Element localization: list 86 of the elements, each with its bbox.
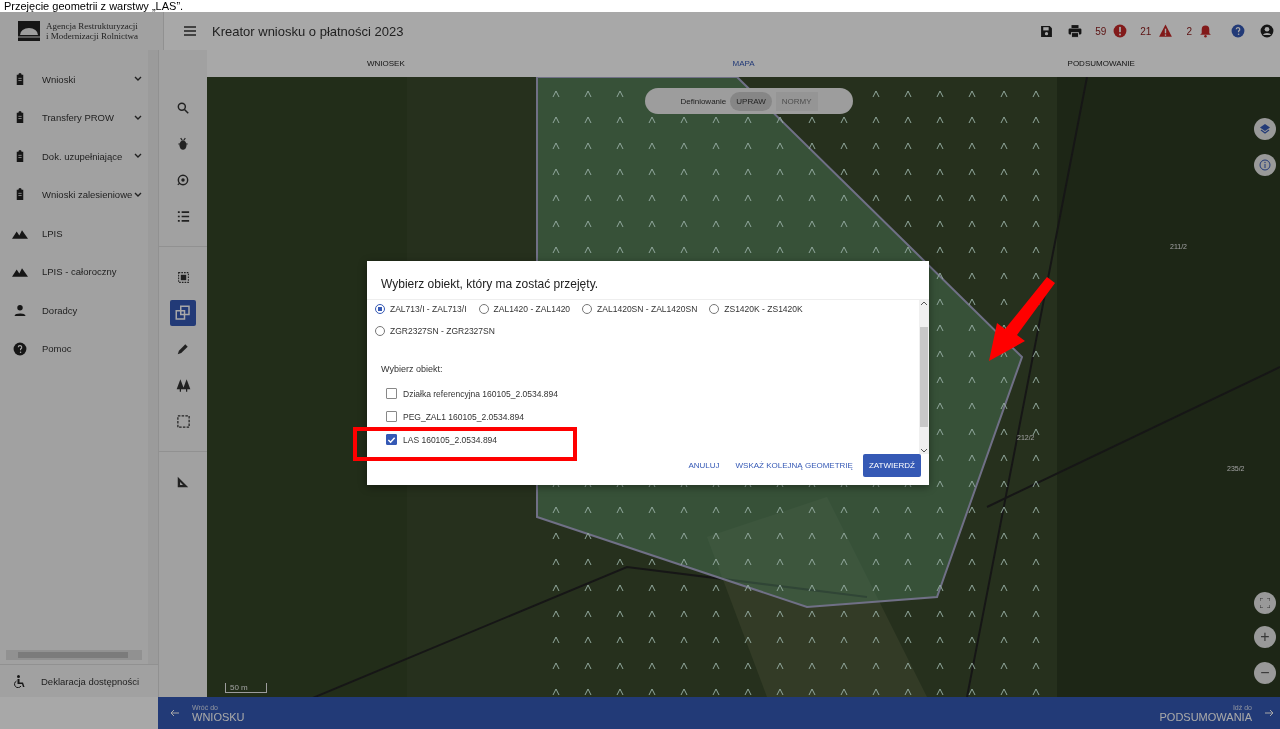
checkbox-option[interactable]: LAS 160105_2.0534.894	[386, 434, 919, 445]
sidebar-label: LPIS	[42, 227, 64, 239]
sidebar-item[interactable]: Wnioski zalesieniowe	[0, 175, 148, 214]
confirm-button[interactable]: ZATWIERDŹ	[862, 454, 921, 477]
right-arrow-icon	[1264, 708, 1274, 718]
frame-icon	[176, 270, 190, 284]
chevron-icon[interactable]	[134, 153, 142, 160]
mode-option[interactable]: UPRAW	[730, 91, 772, 111]
sidebar-item[interactable]: Transfery PROW	[0, 98, 148, 137]
account-icon[interactable]	[1260, 24, 1274, 38]
nav-tab[interactable]: PODSUMOWANIE	[922, 50, 1280, 77]
person-icon	[12, 303, 28, 317]
section-label: Wybierz obiekt:	[381, 364, 444, 374]
layers-icon	[1259, 123, 1271, 135]
dialog-button[interactable]: WSKAŻ KOLEJNĄ GEOMETRIĘ	[729, 455, 859, 476]
checkbox[interactable]	[386, 434, 397, 445]
target-icon	[176, 173, 190, 187]
radio-option[interactable]: ZGR2327SN - ZGR2327SN	[373, 326, 495, 336]
count-text: 2	[1186, 25, 1192, 37]
agency-name: Agencja Restrukturyzacji	[46, 21, 138, 31]
radio-option[interactable]: ZS1420K - ZS1420K	[707, 304, 803, 314]
sidebar-label: LPIS - całoroczny	[42, 266, 118, 278]
caption-text: Przejęcie geometrii z warstwy „LAS”.	[3, 0, 185, 12]
chevron-icon[interactable]	[134, 191, 142, 198]
menu-icon[interactable]	[184, 26, 196, 36]
scroll-down-icon[interactable]	[920, 448, 928, 454]
sidebar-label: Wnioski	[42, 73, 77, 85]
dashed-square-icon	[175, 413, 191, 429]
beetle-icon	[176, 137, 190, 151]
nav-tab[interactable]: WNIOSEK	[207, 50, 565, 77]
bell-icon[interactable]	[1199, 24, 1212, 38]
dialog-title: Wybierz obiekt, który ma zostać przejęty.	[367, 261, 929, 300]
logo-icon	[18, 21, 40, 41]
radio-option[interactable]: ZAL713/I - ZAL713/I	[373, 304, 467, 314]
error-icon[interactable]	[1113, 24, 1128, 38]
count-text: 59	[1095, 25, 1107, 37]
save-icon[interactable]	[1040, 24, 1054, 38]
toggle-label: Definiowanie	[680, 96, 727, 106]
checkbox[interactable]	[386, 388, 397, 399]
sidebar-item[interactable]: LPIS - całoroczny	[0, 252, 148, 291]
help-icon	[12, 341, 28, 356]
sidebar-item[interactable]: Pomoc	[0, 329, 148, 368]
tool-button[interactable]	[170, 300, 196, 326]
mountain-icon	[12, 266, 28, 278]
copy-icon	[174, 304, 192, 322]
pencil-icon	[176, 342, 190, 356]
trees-icon	[175, 377, 191, 393]
fullscreen-icon	[1260, 598, 1270, 608]
sidebar-item[interactable]: Wnioski	[0, 60, 148, 99]
horizontal-scrollbar[interactable]	[6, 650, 142, 660]
checkbox-option[interactable]: PEG_ZAL1 160105_2.0534.894	[386, 411, 919, 422]
info-icon	[1259, 159, 1271, 171]
sidebar-item[interactable]: Doradcy	[0, 291, 148, 330]
sidebar-label: Transfery PROW	[42, 112, 115, 124]
radio-button[interactable]	[375, 304, 385, 314]
help-icon[interactable]	[1231, 24, 1245, 38]
count-text: 21	[1140, 25, 1152, 37]
vertical-scrollbar[interactable]	[919, 300, 929, 454]
search-icon	[176, 101, 190, 115]
radio-option[interactable]: ZAL1420 - ZAL1420	[476, 304, 571, 314]
back-label: WNIOSKU	[192, 710, 245, 723]
print-icon[interactable]	[1068, 24, 1083, 38]
app-title: Kreator wniosku o płatności 2023	[212, 23, 405, 39]
left-arrow-icon	[170, 708, 180, 718]
scroll-up-icon[interactable]	[920, 300, 928, 306]
scale-bar: 50 m	[225, 683, 267, 693]
sidebar-label: Dok. uzupełniające	[42, 150, 124, 162]
accessibility-icon	[14, 674, 25, 688]
dialog-button[interactable]: ANULUJ	[682, 455, 726, 476]
list-icon	[175, 208, 191, 224]
radio-option[interactable]: ZAL1420SN - ZAL1420SN	[580, 304, 698, 314]
chevron-icon[interactable]	[134, 114, 142, 121]
sidebar-item[interactable]: LPIS	[0, 214, 148, 253]
sidebar-label: Doradcy	[42, 304, 79, 316]
agency-name: i Modernizacji Rolnictwa	[46, 31, 138, 41]
sidebar-item[interactable]: Dok. uzupełniające	[0, 137, 148, 176]
checkbox[interactable]	[386, 411, 397, 422]
chevron-icon[interactable]	[134, 76, 142, 83]
warning-icon[interactable]	[1158, 24, 1174, 38]
nav-tab[interactable]: MAPA	[564, 50, 923, 77]
sidebar-label: Wnioski zalesieniowe	[42, 189, 134, 201]
accessibility-link[interactable]: Deklaracja dostępności	[0, 664, 158, 697]
next-label: PODSUMOWANIA	[1159, 710, 1252, 723]
checkbox-option[interactable]: Działka referencyjna 160105_2.0534.894	[386, 388, 919, 399]
sidebar-label: Pomoc	[42, 343, 73, 355]
accessibility-label: Deklaracja dostępności	[41, 675, 140, 687]
